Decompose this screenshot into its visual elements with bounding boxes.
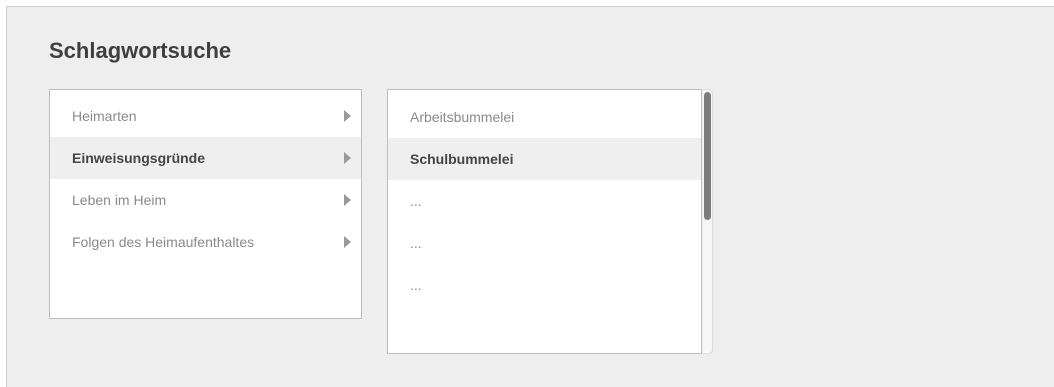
category-item-label: Leben im Heim [72, 192, 167, 208]
category-item-folgen-des-heimaufenthaltes[interactable]: Folgen des Heimaufenthaltes [50, 221, 361, 263]
page-title: Schlagwortsuche [49, 38, 232, 63]
keyword-item-schulbummelei[interactable]: Schulbummelei [388, 138, 701, 180]
keyword-item-placeholder[interactable]: ... [388, 180, 701, 222]
keyword-item-label: ... [410, 193, 422, 209]
category-list: Heimarten Einweisungsgründe Leben im Hei… [49, 89, 362, 319]
keyword-item-label: Schulbummelei [410, 151, 514, 167]
keyword-item-label: ... [410, 235, 422, 251]
keyword-item-label: Arbeitsbummelei [410, 109, 515, 125]
category-item-label: Folgen des Heimaufenthaltes [72, 234, 255, 250]
category-item-leben-im-heim[interactable]: Leben im Heim [50, 179, 361, 221]
keyword-item-placeholder[interactable]: ... [388, 222, 701, 264]
chevron-right-icon [344, 194, 351, 206]
chevron-right-icon [344, 236, 351, 248]
category-item-einweisungsgruende[interactable]: Einweisungsgründe [50, 137, 361, 179]
category-item-label: Einweisungsgründe [72, 150, 206, 166]
keyword-item-label: ... [410, 277, 422, 293]
keyword-item-placeholder[interactable]: ... [388, 264, 701, 306]
keyword-item-arbeitsbummelei[interactable]: Arbeitsbummelei [388, 96, 701, 138]
keyword-list-scrollbar[interactable] [703, 89, 713, 354]
category-item-heimarten[interactable]: Heimarten [50, 95, 361, 137]
scrollbar-thumb[interactable] [704, 92, 711, 220]
chevron-right-icon [344, 110, 351, 122]
chevron-right-icon [344, 152, 351, 164]
keyword-list: Arbeitsbummelei Schulbummelei ... ... ..… [387, 89, 702, 354]
category-item-label: Heimarten [72, 108, 137, 124]
keyword-search-panel: Schlagwortsuche Heimarten Einweisungsgrü… [6, 6, 1054, 387]
